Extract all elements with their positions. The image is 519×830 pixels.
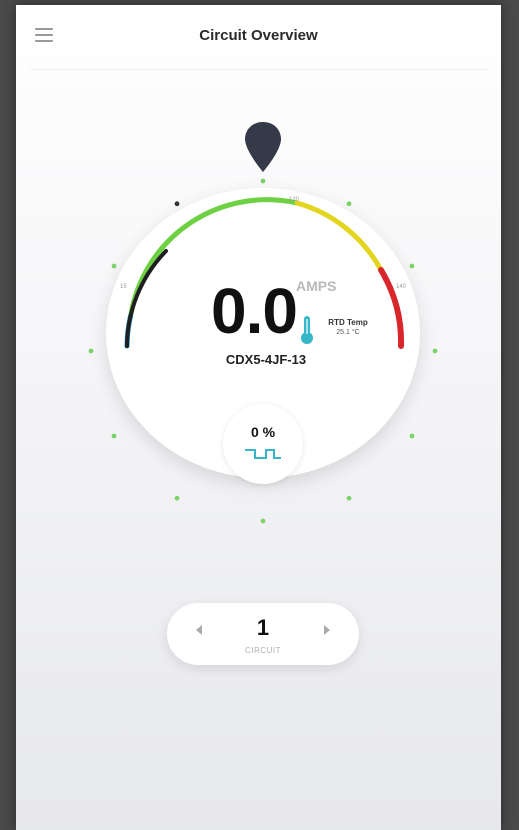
pulse-wave-icon [245,449,281,459]
arrow-left-icon[interactable] [196,625,202,635]
gauge-dot [409,433,415,439]
duty-cycle-button[interactable]: 0 % [223,404,303,484]
circuit-number: 1 [256,615,270,640]
gauge-tick-label: 15 [120,284,127,290]
gauge-arc-critical [378,267,405,349]
thermometer-icon [301,316,313,344]
gauge-dot [260,518,266,524]
gauge-dot [432,348,438,354]
arrow-right-icon[interactable] [324,625,330,635]
circuit-label: CIRCUIT [245,646,281,655]
gauge-arc-high [294,200,384,273]
rtd-temp-value: 25.1 °C [336,329,360,336]
rtd-temp-label: RTD Temp [328,318,368,327]
gauge-tick-label: 140 [396,284,407,290]
circuit-selector: 1 CIRCUIT [167,603,359,665]
gauge-dot [409,263,415,269]
gauge-dot [346,495,352,501]
gauge-dot [346,201,352,207]
app-screen: Circuit Overview 15 120 140 0.0 AMPS RTD… [16,5,501,830]
amps-value: 0.0 [211,275,298,347]
gauge-dot [260,178,266,184]
gauge-dot [111,433,117,439]
gauge-dot [88,348,94,354]
location-pin-icon [245,122,281,172]
gauge-tick-label: 120 [289,197,300,203]
circuit-id: CDX5-4JF-13 [225,352,307,367]
gauge-dot [111,263,117,269]
gauge-dot [174,201,180,207]
duty-cycle-value: 0 % [250,424,276,440]
amps-unit: AMPS [296,278,337,294]
gauge-dot [174,495,180,501]
